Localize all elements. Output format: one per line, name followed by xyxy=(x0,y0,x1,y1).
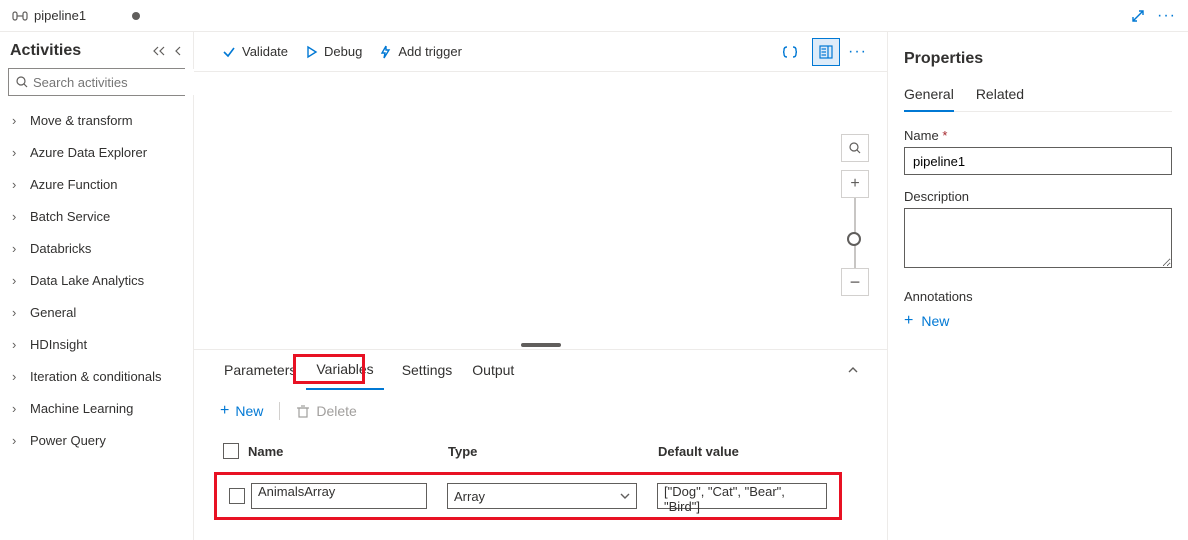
zoom-slider-thumb[interactable] xyxy=(847,232,861,246)
play-icon xyxy=(304,45,318,59)
collapse-double-chevron-icon[interactable] xyxy=(153,45,167,57)
category-batch-service[interactable]: ›Batch Service xyxy=(8,200,185,232)
activities-panel: Activities ›Move & transform › xyxy=(0,32,194,540)
panel-resize-handle[interactable] xyxy=(521,343,561,347)
properties-toggle-button[interactable] xyxy=(812,38,840,66)
name-field[interactable] xyxy=(904,147,1172,175)
unsaved-indicator-icon xyxy=(132,12,140,20)
variable-default-input[interactable]: ["Dog", "Cat", "Bear", "Bird"] xyxy=(657,483,827,509)
check-icon xyxy=(222,45,236,59)
chevron-right-icon: › xyxy=(12,337,24,352)
category-hdinsight[interactable]: ›HDInsight xyxy=(8,328,185,360)
category-azure-data-explorer[interactable]: ›Azure Data Explorer xyxy=(8,136,185,168)
search-field[interactable] xyxy=(33,69,209,95)
json-view-button[interactable] xyxy=(776,38,804,66)
category-data-lake-analytics[interactable]: ›Data Lake Analytics xyxy=(8,264,185,296)
col-type: Type xyxy=(448,444,658,459)
tab-output[interactable]: Output xyxy=(462,350,524,390)
description-field[interactable] xyxy=(904,208,1172,268)
pipeline-icon xyxy=(12,8,28,24)
category-move-transform[interactable]: ›Move & transform xyxy=(8,104,185,136)
select-all-checkbox[interactable] xyxy=(223,443,239,459)
pipeline-canvas[interactable]: + − xyxy=(194,72,887,349)
plus-icon: + xyxy=(904,312,913,330)
chevron-down-icon xyxy=(620,492,630,500)
validate-button[interactable]: Validate xyxy=(214,32,296,71)
chevron-right-icon: › xyxy=(12,369,24,384)
chevron-right-icon: › xyxy=(12,241,24,256)
variable-type-select[interactable]: Array xyxy=(447,483,637,509)
bottom-tabs: Parameters Variables Settings Output xyxy=(194,350,887,390)
highlight-variables-tab xyxy=(293,354,365,384)
annotations-label: Annotations xyxy=(904,289,1172,304)
category-general[interactable]: ›General xyxy=(8,296,185,328)
col-name: Name xyxy=(248,444,448,459)
zoom-slider[interactable] xyxy=(854,198,856,268)
add-trigger-button[interactable]: Add trigger xyxy=(370,32,470,71)
new-variable-button[interactable]: + New xyxy=(214,398,269,424)
category-power-query[interactable]: ›Power Query xyxy=(8,424,185,456)
chevron-right-icon: › xyxy=(12,113,24,128)
collapse-panel-button[interactable] xyxy=(839,365,867,375)
more-icon[interactable]: ··· xyxy=(848,43,867,61)
chevron-right-icon: › xyxy=(12,305,24,320)
variable-name-input[interactable]: AnimalsArray xyxy=(251,483,427,509)
name-label: Name * xyxy=(904,128,1172,143)
category-iteration-conditionals[interactable]: ›Iteration & conditionals xyxy=(8,360,185,392)
more-icon[interactable]: ··· xyxy=(1157,7,1176,25)
activities-title: Activities xyxy=(10,42,81,60)
expand-icon[interactable] xyxy=(1131,9,1145,23)
separator xyxy=(279,402,280,420)
search-input[interactable] xyxy=(8,68,185,96)
tab-title: pipeline1 xyxy=(34,8,86,23)
description-label: Description xyxy=(904,189,1172,204)
search-icon xyxy=(15,75,29,89)
zoom-in-button[interactable]: + xyxy=(841,170,869,198)
chevron-right-icon: › xyxy=(12,209,24,224)
chevron-right-icon: › xyxy=(12,433,24,448)
chevron-right-icon: › xyxy=(12,177,24,192)
lightning-icon xyxy=(378,45,392,59)
zoom-out-button[interactable]: − xyxy=(841,268,869,296)
variable-row-highlight: AnimalsArray Array ["Dog", "Cat", "Bear"… xyxy=(214,472,842,520)
collapse-chevron-icon[interactable] xyxy=(173,45,183,57)
trash-icon xyxy=(296,404,310,418)
variables-header-row: Name Type Default value xyxy=(214,436,867,466)
debug-button[interactable]: Debug xyxy=(296,32,370,71)
category-machine-learning[interactable]: ›Machine Learning xyxy=(8,392,185,424)
plus-icon: + xyxy=(220,402,229,420)
category-databricks[interactable]: ›Databricks xyxy=(8,232,185,264)
category-azure-function[interactable]: ›Azure Function xyxy=(8,168,185,200)
chevron-right-icon: › xyxy=(12,145,24,160)
pipeline-tab[interactable]: pipeline1 xyxy=(0,0,152,31)
properties-panel: Properties General Related Name * Descri… xyxy=(888,32,1188,540)
new-annotation-button[interactable]: + New xyxy=(904,312,1172,330)
col-default: Default value xyxy=(658,444,858,459)
chevron-right-icon: › xyxy=(12,401,24,416)
tab-general[interactable]: General xyxy=(904,86,954,112)
properties-title: Properties xyxy=(904,50,1172,68)
pipeline-toolbar: Validate Debug Add trigger xyxy=(194,32,887,72)
zoom-fit-button[interactable] xyxy=(841,134,869,162)
tab-settings[interactable]: Settings xyxy=(392,350,463,390)
delete-variable-button: Delete xyxy=(290,399,362,423)
tab-related[interactable]: Related xyxy=(976,86,1024,111)
row-checkbox[interactable] xyxy=(229,488,245,504)
chevron-right-icon: › xyxy=(12,273,24,288)
top-tab-bar: pipeline1 ··· xyxy=(0,0,1188,32)
